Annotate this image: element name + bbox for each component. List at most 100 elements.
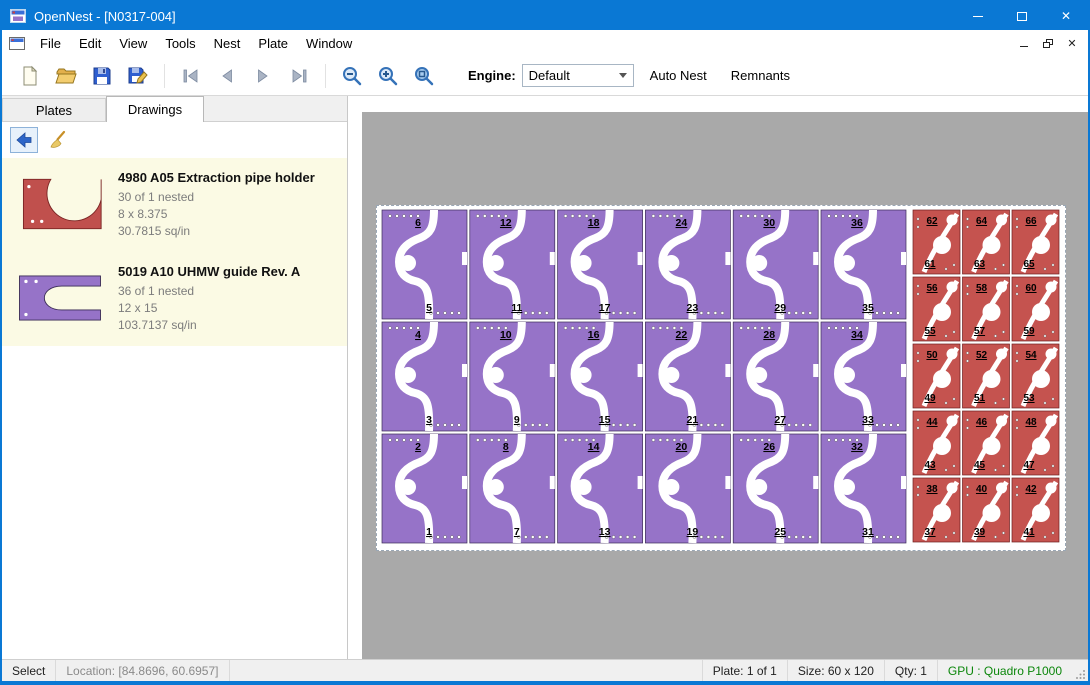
purple-part-pair[interactable]: 1211 [470,210,555,319]
panel-empty-area [2,346,347,659]
first-plate-button[interactable] [173,60,209,92]
tab-plates[interactable]: Plates [2,98,106,121]
maximize-button[interactable] [1000,2,1044,30]
panel-splitter[interactable] [348,96,362,659]
engine-dropdown[interactable]: Default [522,64,634,87]
menu-edit[interactable]: Edit [70,32,110,55]
zoom-fit-button[interactable] [406,60,442,92]
last-plate-button[interactable] [281,60,317,92]
menu-plate[interactable]: Plate [249,32,297,55]
next-plate-button[interactable] [245,60,281,92]
resize-grip-icon[interactable] [1072,660,1088,681]
menu-bar: File Edit View Tools Nest Plate Window ✕ [2,30,1088,56]
red-part-pair[interactable]: 50 49 [913,344,960,408]
red-part-pair[interactable]: 3837 [913,478,960,542]
red-part-pair[interactable]: 46 45 [963,411,1010,475]
minimize-button[interactable] [956,2,1000,30]
part-number: 45 [974,460,986,471]
part-number: 66 [1025,216,1037,227]
part-number: 22 [676,329,688,341]
clear-parts-button[interactable] [44,127,72,153]
part-number: 21 [687,414,699,426]
menu-nest[interactable]: Nest [205,32,250,55]
zoom-out-icon [341,65,363,87]
close-button[interactable]: ✕ [1044,2,1088,30]
mdi-restore-button[interactable] [1038,34,1058,52]
purple-part-pair[interactable]: 43 [382,322,467,431]
purple-part-pair[interactable]: 87 [470,434,555,543]
first-arrow-icon [180,65,202,87]
purple-part-pair[interactable]: 2827 [733,322,818,431]
red-part-pair[interactable]: 5655 [913,277,960,341]
drawing-nested: 36 of 1 nested [118,283,339,300]
part-number: 6 [415,217,421,229]
purple-part-pair[interactable]: 1615 [558,322,643,431]
part-number: 12 [500,217,512,229]
menu-view[interactable]: View [110,32,156,55]
zoom-out-button[interactable] [334,60,370,92]
auto-nest-button[interactable]: Auto Nest [642,62,715,89]
red-part-pair[interactable]: 5453 [1012,344,1059,408]
drawing-item-1[interactable]: 4980 A05 Extraction pipe holder 30 of 1 … [2,158,347,252]
new-page-icon [19,65,41,87]
menu-file[interactable]: File [31,32,70,55]
mdi-close-button[interactable]: ✕ [1062,34,1082,52]
purple-part-pair[interactable]: 3433 [821,322,906,431]
part-number: 38 [926,484,938,495]
purple-part-pair[interactable]: 3029 [733,210,818,319]
mdi-minimize-button[interactable] [1014,34,1034,52]
red-part-pair[interactable]: 4241 [1012,478,1059,542]
part-number: 50 [926,350,938,361]
purple-part-pair[interactable]: 21 [382,434,467,543]
previous-plate-button[interactable] [209,60,245,92]
purple-part-pair[interactable]: 24 23 [645,210,730,319]
part-number: 46 [976,417,988,428]
purple-part-pair[interactable]: 3231 [821,434,906,543]
part-number: 7 [514,526,520,538]
mdi-minimize-icon [1020,46,1028,47]
part-number: 24 [676,217,688,229]
save-as-icon [127,65,149,87]
menu-tools[interactable]: Tools [156,32,204,55]
red-part-pair[interactable]: 5857 [963,277,1010,341]
part-number: 42 [1025,484,1037,495]
red-part-pair[interactable]: 6059 [1012,277,1059,341]
red-part-pair[interactable]: 6261 [913,210,960,274]
save-as-button[interactable] [120,60,156,92]
part-number: 36 [851,217,863,229]
purple-part-pair[interactable]: 65 [382,210,467,319]
red-part-pair[interactable]: 4847 [1012,411,1059,475]
zoom-in-button[interactable] [370,60,406,92]
part-number: 14 [588,441,600,453]
purple-part-pair[interactable]: 1817 [558,210,643,319]
tab-drawings[interactable]: Drawings [106,96,204,122]
part-number: 5 [426,302,432,314]
menu-window[interactable]: Window [297,32,361,55]
purple-part-pair[interactable]: 1413 [558,434,643,543]
part-number: 60 [1025,283,1037,294]
purple-part-pair[interactable]: 109 [470,322,555,431]
part-number: 23 [687,302,699,314]
app-icon [10,9,26,23]
purple-part-pair[interactable]: 2625 [733,434,818,543]
red-part-pair[interactable]: 6463 [963,210,1010,274]
part-number: 32 [851,441,863,453]
red-part-pair[interactable]: 5251 [963,344,1010,408]
purple-part-pair[interactable]: 2019 [645,434,730,543]
part-number: 58 [976,283,988,294]
purple-part-pair[interactable]: 3635 [821,210,906,319]
drawing-item-2[interactable]: 5019 A10 UHMW guide Rev. A 36 of 1 neste… [2,252,347,346]
red-part-pair[interactable]: 4443 [913,411,960,475]
new-button[interactable] [12,60,48,92]
red-part-pair[interactable]: 4039 [963,478,1010,542]
save-button[interactable] [84,60,120,92]
remnants-button[interactable]: Remnants [723,62,798,89]
part-number: 9 [514,414,520,426]
open-button[interactable] [48,60,84,92]
red-part-pair[interactable]: 6665 [1012,210,1059,274]
part-number: 54 [1025,350,1037,361]
part-number: 49 [924,393,936,404]
return-part-button[interactable] [10,127,38,153]
nest-canvas[interactable]: 6512111817242330293635431091615222128273… [362,112,1088,659]
purple-part-pair[interactable]: 22 21 [645,322,730,431]
